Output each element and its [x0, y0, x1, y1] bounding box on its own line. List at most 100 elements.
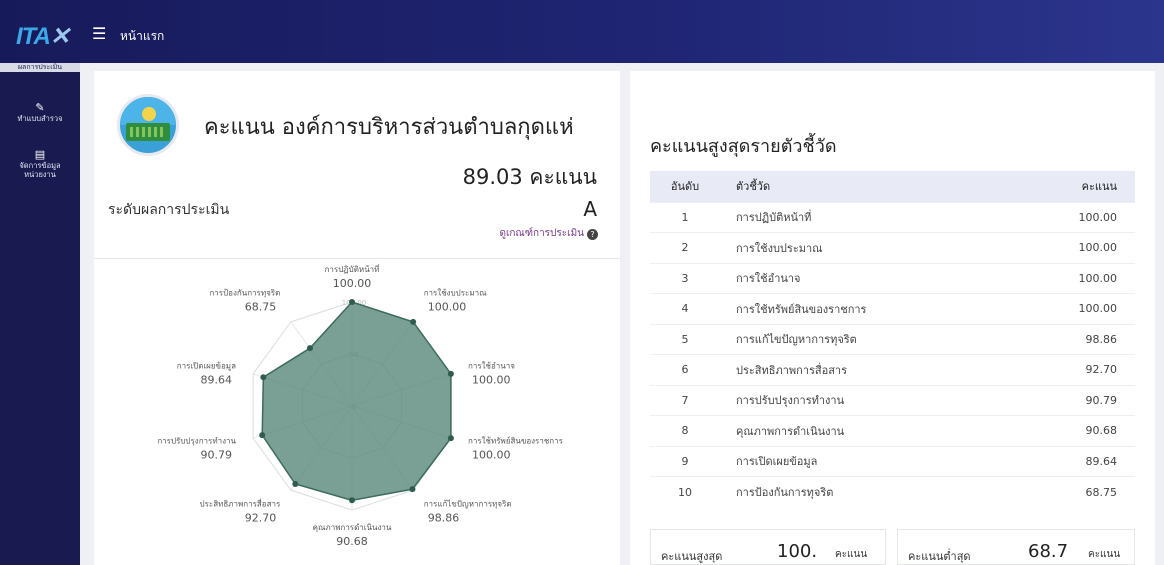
organization-emblem: [117, 94, 179, 156]
table-row: 10 การป้องกันการทุจริต 68.75: [650, 476, 1135, 507]
sidebar-item-label: ทำแบบสำรวจ: [17, 114, 63, 123]
radar-axis-label: การเปิดเผยข้อมูล: [177, 361, 236, 371]
score-cell: 90.79: [1019, 384, 1135, 416]
radar-point: [260, 374, 267, 381]
column-header-rank: อันดับ: [670, 180, 700, 194]
table-row: 6 ประสิทธิภาพการสื่อสาร 92.70: [650, 354, 1135, 385]
ranking-card: คะแนนสูงสุดรายตัวชี้วัด อันดับ ตัวชี้วัด…: [630, 71, 1155, 565]
indicator-cell: การใช้ทรัพย์สินของราชการ: [720, 293, 1020, 324]
radar-axis-label: การใช้อำนาจ: [468, 361, 515, 370]
radar-value-label: 100.00: [472, 373, 511, 386]
score-cell: 100.00: [1019, 232, 1135, 263]
score-cell: 100.00: [1019, 293, 1135, 324]
rank-cell: 7: [650, 384, 720, 416]
table-row: 2 การใช้งบประมาณ 100.00: [650, 232, 1135, 263]
max-score-value: 100.: [777, 541, 818, 562]
indicator-cell: การป้องกันการทุจริต: [720, 476, 1020, 507]
table-row: 9 การเปิดเผยข้อมูล 89.64: [650, 445, 1135, 477]
total-score: 89.03 คะแนน: [462, 165, 597, 189]
score-summary-card: คะแนน องค์การบริหารส่วนตำบลกุดแห่ 89.03 …: [94, 71, 620, 565]
indicator-cell: การใช้อำนาจ: [720, 262, 1020, 294]
radar-point: [306, 345, 313, 352]
rank-cell: 5: [650, 323, 720, 355]
sidebar-item-manage-data[interactable]: ▤ จัดการข้อมูล หน่วยงาน: [0, 148, 80, 179]
hamburger-menu-icon[interactable]: ☰: [92, 24, 106, 43]
table-row: 3 การใช้อำนาจ 100.00: [650, 262, 1135, 294]
radar-value-label: 92.70: [245, 512, 277, 525]
radar-point: [447, 435, 454, 442]
criteria-link-label: ดูเกณฑ์การประเมิน: [499, 228, 584, 239]
indicator-cell: คุณภาพการดำเนินงาน: [720, 415, 1020, 446]
indicator-cell: การเปิดเผยข้อมูล: [720, 445, 1020, 477]
radar-axis-label: การใช้งบประมาณ: [424, 288, 487, 297]
radar-value-label: 100.00: [472, 449, 511, 462]
table-row: 4 การใช้ทรัพย์สินของราชการ 100.00: [650, 293, 1135, 324]
indicator-radar-chart: 050100.00 การปฏิบัติหน้าที่100.00การใช้ง…: [157, 263, 564, 548]
edit-icon: ✎: [35, 101, 45, 114]
radar-axis-label: คุณภาพการดำเนินงาน: [313, 523, 392, 532]
radar-value-label: 90.79: [200, 449, 232, 462]
sidebar: ผลการประเมิน ✎ ทำแบบสำรวจ ▤ จัดการข้อมูล…: [0, 63, 80, 565]
ranking-title: คะแนนสูงสุดรายตัวชี้วัด: [650, 136, 837, 157]
nav-home-link[interactable]: หน้าแรก: [120, 27, 164, 46]
logo-text: ITA: [16, 23, 51, 50]
min-score-label: คะแนนต่ำสุด: [908, 550, 971, 563]
evaluation-level-value: A: [583, 197, 597, 221]
indicator-cell: ประสิทธิภาพการสื่อสาร: [720, 354, 1020, 385]
score-cell: 90.68: [1019, 415, 1135, 446]
rank-cell: 2: [650, 232, 720, 263]
rank-cell: 6: [650, 354, 720, 385]
radar-point: [409, 486, 416, 493]
score-cell: 68.75: [1019, 476, 1135, 507]
min-score-unit: คะแนน: [1088, 549, 1121, 560]
sidebar-item-evaluation-result[interactable]: ผลการประเมิน: [0, 63, 80, 72]
score-cell: 89.64: [1019, 445, 1135, 477]
table-row: 1 การปฏิบัติหน้าที่ 100.00: [650, 201, 1135, 233]
top-navbar: ITA✕ ☰ หน้าแรก: [0, 0, 1164, 63]
radar-axis-label: การปฏิบัติหน้าที่: [325, 263, 380, 274]
help-icon: ?: [587, 229, 598, 240]
indicator-cell: การแก้ไขปัญหาการทุจริต: [720, 323, 1020, 355]
ita-logo[interactable]: ITA✕: [16, 22, 70, 51]
rank-cell: 10: [650, 476, 720, 507]
radar-point: [349, 497, 355, 504]
radar-value-label: 68.75: [245, 300, 277, 313]
sidebar-item-label: จัดการข้อมูล: [19, 161, 61, 170]
radar-axis-label: การแก้ไขปัญหาการทุจริต: [424, 500, 512, 509]
radar-point: [410, 318, 417, 325]
sidebar-item-survey[interactable]: ✎ ทำแบบสำรวจ: [0, 101, 80, 123]
radar-series-area: [261, 301, 452, 502]
max-score-box: คะแนนสูงสุด 100. คะแนน: [650, 529, 886, 565]
radar-value-label: 100.00: [428, 300, 467, 313]
radar-value-label: 90.68: [336, 535, 368, 548]
min-score-box: คะแนนต่ำสุด 68.7 คะแนน: [897, 529, 1135, 565]
score-cell: 100.00: [1019, 201, 1135, 233]
view-criteria-link[interactable]: ดูเกณฑ์การประเมิน?: [499, 226, 598, 241]
min-score-value: 68.7: [1028, 541, 1069, 562]
logo-mark: ✕: [49, 23, 70, 50]
score-cell: 92.70: [1019, 354, 1135, 385]
radar-axis-label: การป้องกันการทุจริต: [209, 288, 280, 297]
table-row: 5 การแก้ไขปัญหาการทุจริต 98.86: [650, 323, 1135, 355]
radar-point: [349, 299, 355, 305]
radar-axis-label: การใช้ทรัพย์สินของราชการ: [468, 436, 564, 446]
rank-cell: 8: [650, 415, 720, 446]
column-header-score: คะแนน: [1081, 180, 1117, 194]
radar-point: [259, 432, 266, 439]
radar-point: [292, 480, 299, 487]
radar-axis-label: ประสิทธิภาพการสื่อสาร: [200, 498, 281, 509]
evaluation-level-label: ระดับผลการประเมิน: [108, 202, 230, 218]
score-cell: 98.86: [1019, 323, 1135, 355]
organization-title: คะแนน องค์การบริหารส่วนตำบลกุดแห่: [204, 115, 574, 140]
indicator-cell: การปฏิบัติหน้าที่: [720, 201, 1020, 233]
table-header-row: อันดับ ตัวชี้วัด คะแนน: [650, 171, 1135, 202]
rank-cell: 1: [650, 201, 720, 233]
table-row: 8 คุณภาพการดำเนินงาน 90.68: [650, 415, 1135, 446]
radar-value-label: 98.86: [428, 512, 460, 525]
radar-value-label: 89.64: [200, 373, 232, 386]
rank-cell: 4: [650, 293, 720, 324]
score-cell: 100.00: [1019, 262, 1135, 294]
max-score-unit: คะแนน: [835, 549, 868, 560]
radar-point: [447, 370, 454, 377]
ranking-table: อันดับ ตัวชี้วัด คะแนน 1 การปฏิบัติหน้าที…: [650, 171, 1135, 507]
